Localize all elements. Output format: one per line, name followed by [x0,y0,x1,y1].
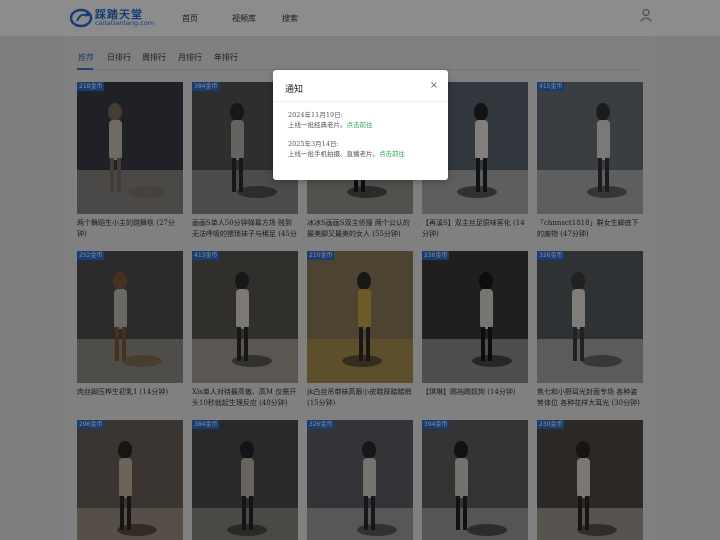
notice-link-2[interactable]: 点击前往 [379,150,405,158]
notice-modal: 通知 × 2024年11月19日: 上线一批经典老片。点击前往 2025年3月1… [273,70,448,180]
notice-text-2: 上线一批手机拍摄、直播老片。 [288,150,379,158]
notice-text-1: 上线一批经典老片。 [288,121,347,129]
notice-date-1: 2024年11月19日: [288,111,343,119]
notice-body-2: 上线一批手机拍摄、直播老片。点击前往 [288,149,405,159]
modal-divider [273,101,448,102]
close-icon[interactable]: × [429,81,439,91]
notice-link-1[interactable]: 点击前往 [347,121,373,129]
notice-body-1: 上线一批经典老片。点击前往 [288,120,373,130]
notice-date-2: 2025年3月14日: [288,140,339,148]
modal-title: 通知 [285,85,304,95]
